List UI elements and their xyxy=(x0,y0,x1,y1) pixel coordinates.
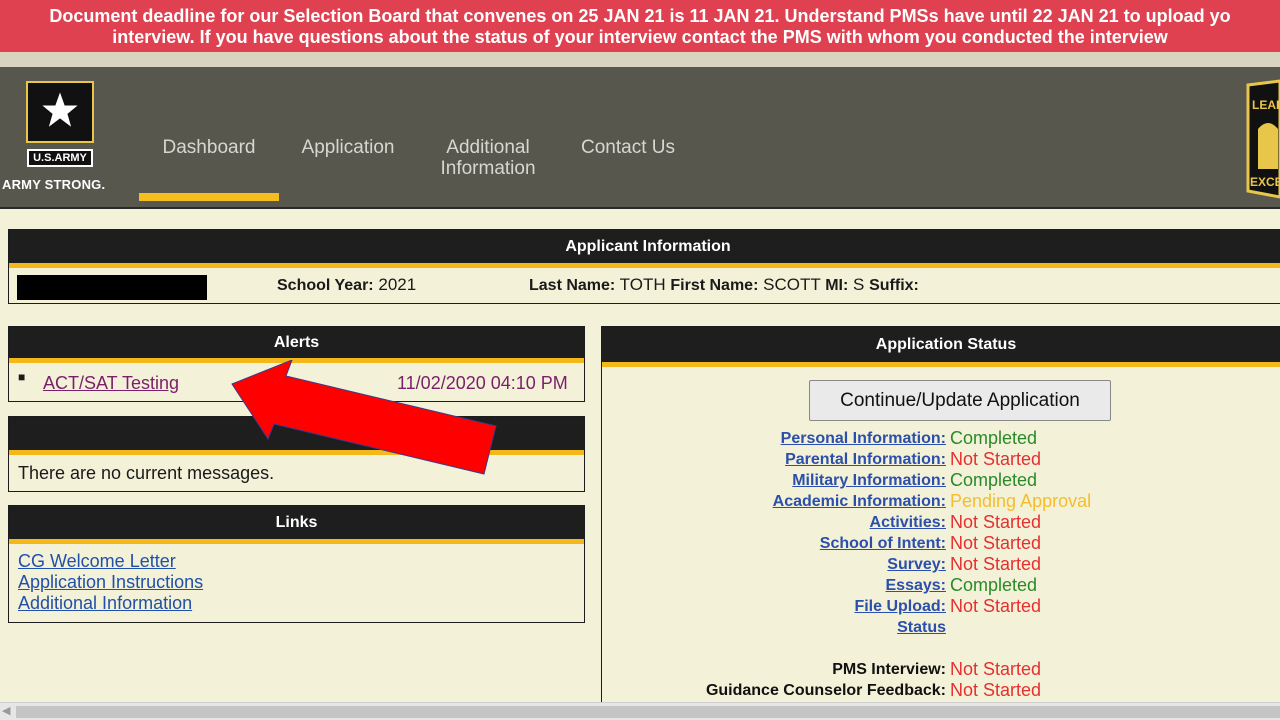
status-row: School of Intent: Not Started xyxy=(602,533,1280,554)
nav-additional-information[interactable]: Additional Information xyxy=(428,137,548,179)
school-year-value: 2021 xyxy=(378,275,417,294)
nav-contact-us[interactable]: Contact Us xyxy=(568,137,688,158)
status-label[interactable]: File Upload: xyxy=(854,596,946,617)
banner-line-2: interview. If you have questions about t… xyxy=(112,27,1168,47)
status-value: Completed xyxy=(950,428,1038,448)
rotc-logo-text-bottom: EXCE xyxy=(1250,175,1280,189)
status-value: Completed xyxy=(950,470,1038,490)
school-year-label: School Year: xyxy=(277,277,374,294)
status-row: Activities: Not Started xyxy=(602,512,1280,533)
redacted-id-field xyxy=(17,275,207,300)
status-label[interactable]: Survey: xyxy=(887,554,946,575)
school-year-field: School Year: 2021 xyxy=(277,275,416,296)
link-additional-information[interactable]: Additional Information xyxy=(18,593,203,614)
status-row: Essays: Completed xyxy=(602,575,1280,596)
application-status-panel: Application Status Continue/Update Appli… xyxy=(601,326,1280,706)
scrollbar-thumb[interactable] xyxy=(16,706,1280,718)
status-value: Not Started xyxy=(950,533,1042,553)
application-status-title: Application Status xyxy=(602,327,1280,367)
army-strong-label: ARMY STRONG. xyxy=(2,177,106,192)
status-label[interactable]: Military Information: xyxy=(792,470,946,491)
last-name-value: TOTH xyxy=(619,275,666,294)
status-row: Personal Information: Completed xyxy=(602,428,1280,449)
rotc-logo-text-top: LEAD xyxy=(1252,98,1280,112)
links-list: CG Welcome Letter Application Instructio… xyxy=(18,551,203,614)
status-value: Not Started xyxy=(950,680,1042,700)
status-label: Guidance Counselor Feedback: xyxy=(705,682,946,699)
mi-value: S xyxy=(853,275,865,294)
bullet-icon: ■ xyxy=(18,370,26,384)
status-row: Guidance Counselor Feedback: Not Started xyxy=(602,680,1280,701)
rotc-shield-icon: LEAD EXCE xyxy=(1246,79,1280,199)
last-name-label: Last Name: xyxy=(529,277,616,294)
alert-link-act-sat[interactable]: ACT/SAT Testing xyxy=(43,373,179,394)
link-application-instructions[interactable]: Application Instructions xyxy=(18,572,203,593)
status-label[interactable]: Status xyxy=(897,617,946,638)
first-name-value: SCOTT xyxy=(763,275,821,294)
army-star-emblem xyxy=(26,81,94,143)
link-cg-welcome-letter[interactable]: CG Welcome Letter xyxy=(18,551,203,572)
scroll-left-arrow-icon[interactable]: ◀ xyxy=(2,704,10,717)
horizontal-scrollbar[interactable]: ◀ xyxy=(0,702,1280,720)
status-row: PMS Interview: Not Started xyxy=(602,659,1280,680)
status-row: Status xyxy=(602,617,1280,638)
status-label[interactable]: Academic Information: xyxy=(773,491,946,512)
banner-line-1: Document deadline for our Selection Boar… xyxy=(49,6,1231,26)
status-label[interactable]: School of Intent: xyxy=(820,533,946,554)
links-title: Links xyxy=(9,506,584,544)
status-label[interactable]: Activities: xyxy=(870,512,946,533)
deadline-banner: Document deadline for our Selection Boar… xyxy=(0,0,1280,52)
status-label[interactable]: Essays: xyxy=(886,575,947,596)
applicant-information-panel: Applicant Information School Year: 2021 … xyxy=(8,229,1280,304)
army-logo[interactable]: U.S.ARMY ARMY STRONG. xyxy=(0,81,120,199)
status-value: Not Started xyxy=(950,512,1042,532)
status-value: Not Started xyxy=(950,596,1042,616)
status-row: Military Information: Completed xyxy=(602,470,1280,491)
name-fields: Last Name: TOTH First Name: SCOTT MI: S … xyxy=(529,275,919,296)
status-row: Parental Information: Not Started xyxy=(602,449,1280,470)
nav-application[interactable]: Application xyxy=(288,137,408,158)
status-row: File Upload: Not Started xyxy=(602,596,1280,617)
star-icon xyxy=(40,89,80,130)
first-name-label: First Name: xyxy=(670,277,759,294)
alerts-title: Alerts xyxy=(9,327,584,363)
nav-dashboard[interactable]: Dashboard xyxy=(140,137,278,158)
links-panel: Links CG Welcome Letter Application Inst… xyxy=(8,505,585,623)
red-arrow-annotation-icon xyxy=(231,360,497,475)
status-value: Completed xyxy=(950,575,1038,595)
status-value: Pending Approval xyxy=(950,491,1092,511)
status-row: Academic Information: Pending Approval xyxy=(602,491,1280,512)
nav-active-indicator xyxy=(139,193,279,201)
us-army-label: U.S.ARMY xyxy=(27,149,93,167)
status-label[interactable]: Personal Information: xyxy=(781,428,946,449)
status-value: Not Started xyxy=(950,449,1042,469)
site-header: U.S.ARMY ARMY STRONG. Dashboard Applicat… xyxy=(0,67,1280,209)
status-label: PMS Interview: xyxy=(832,661,946,678)
status-row: Survey: Not Started xyxy=(602,554,1280,575)
suffix-label: Suffix: xyxy=(869,277,919,294)
applicant-information-title: Applicant Information xyxy=(9,230,1280,268)
banner-gap xyxy=(0,52,1280,67)
status-label[interactable]: Parental Information: xyxy=(785,449,946,470)
status-value: Not Started xyxy=(950,554,1042,574)
status-value: Not Started xyxy=(950,659,1042,679)
mi-label: MI: xyxy=(825,277,849,294)
continue-update-application-button[interactable]: Continue/Update Application xyxy=(809,380,1111,421)
